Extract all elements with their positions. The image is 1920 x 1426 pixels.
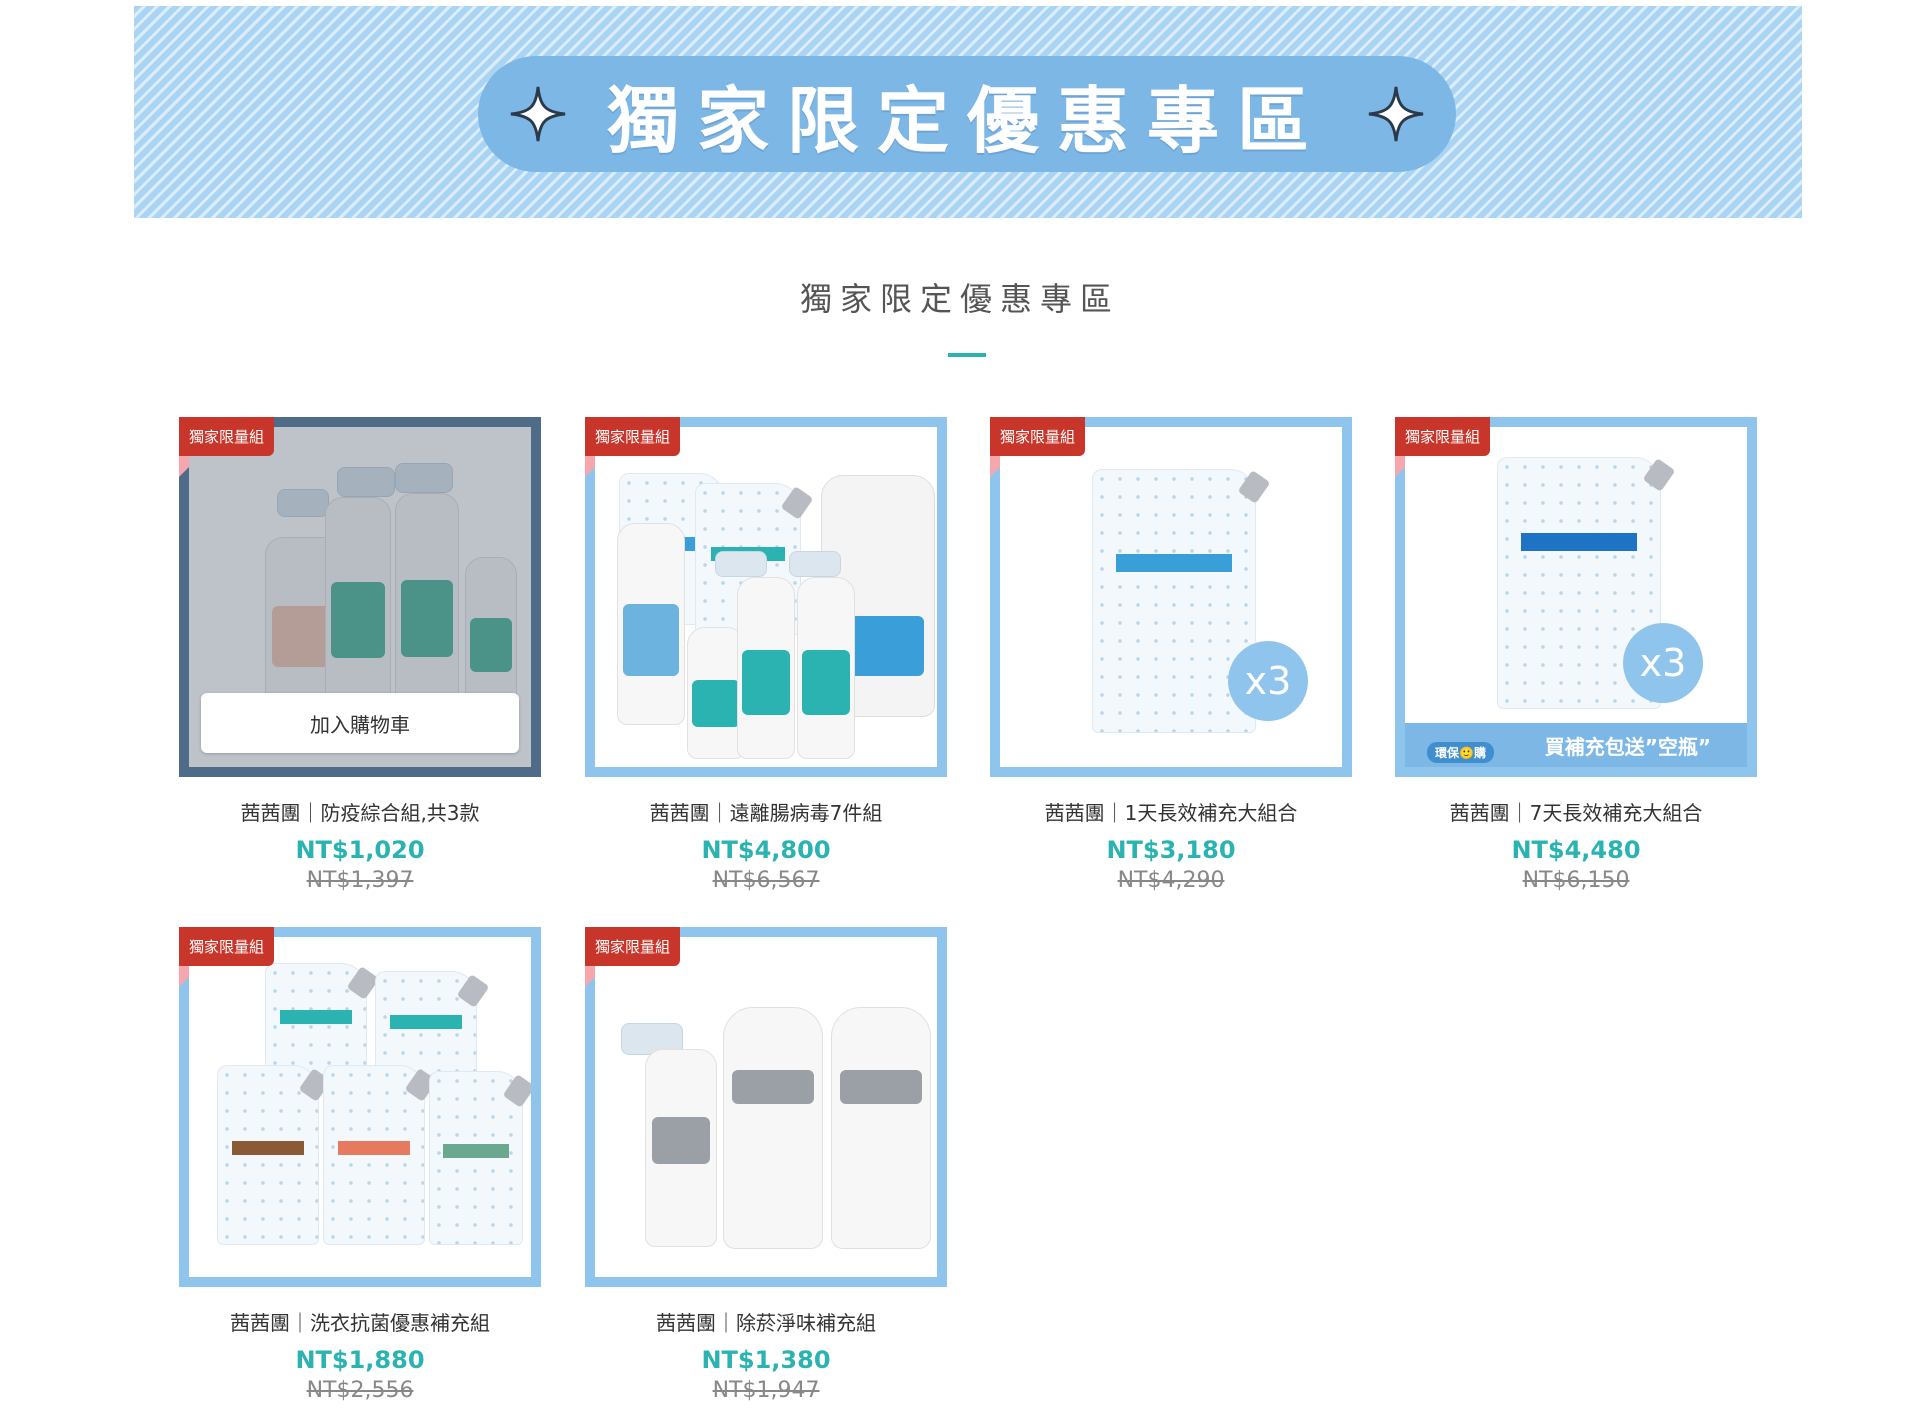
product-name[interactable]: 茜茜團｜洗衣抗菌優惠補充組 — [179, 1307, 541, 1336]
product-bottle — [797, 577, 855, 759]
pouch-cap — [456, 974, 490, 1008]
pouch-label — [1115, 553, 1233, 572]
quantity-badge: x3 — [1228, 641, 1308, 721]
pouch-label — [1520, 533, 1638, 551]
limited-badge: 獨家限量組 — [179, 417, 275, 456]
product-image-frame[interactable]: x3 獨家限量組 — [990, 417, 1352, 777]
product-price: NT$1,380 — [701, 1346, 831, 1374]
product-price: NT$4,800 — [701, 836, 831, 864]
pouch-label — [232, 1140, 304, 1155]
pouch-cap — [1642, 458, 1676, 492]
bottle-label — [742, 650, 790, 715]
product-image-frame[interactable]: 獨家限量組 — [585, 417, 947, 777]
promo-strip: 買補充包送”空瓶” 環保🙂購 — [1405, 723, 1747, 767]
product-bottle — [737, 577, 795, 759]
bottle-label — [651, 1116, 711, 1164]
product-card[interactable]: x3 買補充包送”空瓶” 環保🙂購 獨家限量組 茜茜團｜7天長效補充大組合 NT… — [1395, 417, 1757, 893]
product-price: NT$1,020 — [295, 836, 425, 864]
pouch-label — [390, 1014, 462, 1029]
product-image[interactable] — [189, 937, 531, 1277]
product-bottle — [723, 1007, 823, 1249]
quantity-badge: x3 — [1623, 623, 1703, 703]
product-price: NT$4,480 — [1511, 836, 1641, 864]
original-price: NT$1,947 — [712, 1378, 820, 1403]
product-bottle — [617, 523, 685, 725]
pouch-label — [280, 1010, 352, 1025]
spray-trigger — [715, 551, 767, 577]
product-image[interactable] — [595, 937, 937, 1277]
product-image-frame[interactable]: 加入購物車 獨家限量組 — [179, 417, 541, 777]
pouch-cap — [780, 486, 814, 520]
limited-badge: 獨家限量組 — [1395, 417, 1491, 456]
limited-badge: 獨家限量組 — [990, 417, 1086, 456]
eco-tag: 環保🙂購 — [1427, 742, 1494, 763]
add-to-cart-button[interactable]: 加入購物車 — [201, 693, 519, 753]
original-price: NT$6,567 — [712, 868, 820, 893]
product-bottle — [831, 1007, 931, 1249]
refill-pouch — [429, 1071, 531, 1245]
refill-pouch — [323, 1065, 438, 1245]
bottle-label — [692, 680, 740, 727]
original-price: NT$6,150 — [1522, 868, 1630, 893]
product-bottle — [645, 1049, 717, 1247]
product-card[interactable]: x3 獨家限量組 茜茜團｜1天長效補充大組合 NT$3,180 NT$4,290 — [990, 417, 1352, 893]
spray-trigger — [789, 551, 841, 577]
product-name[interactable]: 茜茜團｜7天長效補充大組合 — [1395, 797, 1757, 826]
product-card[interactable]: 獨家限量組 茜茜團｜除菸淨味補充組 NT$1,380 NT$1,947 — [585, 927, 947, 1403]
product-image-frame[interactable]: 獨家限量組 — [179, 927, 541, 1287]
pouch-cap — [502, 1074, 531, 1108]
product-image-frame[interactable]: 獨家限量組 — [585, 927, 947, 1287]
product-price: NT$3,180 — [1106, 836, 1236, 864]
refill-pouch — [375, 971, 490, 1075]
product-image[interactable]: 加入購物車 — [189, 427, 531, 767]
bottle-label — [839, 1070, 923, 1104]
refill-pouch — [217, 1065, 332, 1245]
product-price: NT$1,880 — [295, 1346, 425, 1374]
product-grid: 加入購物車 獨家限量組 茜茜團｜防疫綜合組,共3款 NT$1,020 NT$1,… — [0, 0, 1920, 1426]
pouch-label — [442, 1144, 510, 1159]
bottle-label — [623, 604, 679, 676]
product-name[interactable]: 茜茜團｜遠離腸病毒7件組 — [585, 797, 947, 826]
product-name[interactable]: 茜茜團｜除菸淨味補充組 — [585, 1307, 947, 1336]
product-image-frame[interactable]: x3 買補充包送”空瓶” 環保🙂購 獨家限量組 — [1395, 417, 1757, 777]
product-name[interactable]: 茜茜團｜1天長效補充大組合 — [990, 797, 1352, 826]
product-image[interactable]: x3 — [1000, 427, 1342, 767]
product-card[interactable]: 獨家限量組 茜茜團｜遠離腸病毒7件組 NT$4,800 NT$6,567 — [585, 417, 947, 893]
product-name[interactable]: 茜茜團｜防疫綜合組,共3款 — [179, 797, 541, 826]
product-card[interactable]: 獨家限量組 茜茜團｜洗衣抗菌優惠補充組 NT$1,880 NT$2,556 — [179, 927, 541, 1403]
bottle-label — [731, 1070, 815, 1104]
limited-badge: 獨家限量組 — [179, 927, 275, 966]
original-price: NT$1,397 — [306, 868, 414, 893]
original-price: NT$4,290 — [1117, 868, 1225, 893]
limited-badge: 獨家限量組 — [585, 927, 681, 966]
original-price: NT$2,556 — [306, 1378, 414, 1403]
bottle-label — [802, 650, 850, 715]
product-card[interactable]: 加入購物車 獨家限量組 茜茜團｜防疫綜合組,共3款 NT$1,020 NT$1,… — [179, 417, 541, 893]
limited-badge: 獨家限量組 — [585, 417, 681, 456]
pouch-label — [338, 1140, 410, 1155]
product-image[interactable] — [595, 427, 937, 767]
refill-pouch — [265, 963, 380, 1075]
promo-text: 買補充包送”空瓶” — [1544, 734, 1711, 759]
pouch-cap — [1237, 470, 1271, 504]
product-image[interactable]: x3 買補充包送”空瓶” 環保🙂購 — [1405, 427, 1747, 767]
